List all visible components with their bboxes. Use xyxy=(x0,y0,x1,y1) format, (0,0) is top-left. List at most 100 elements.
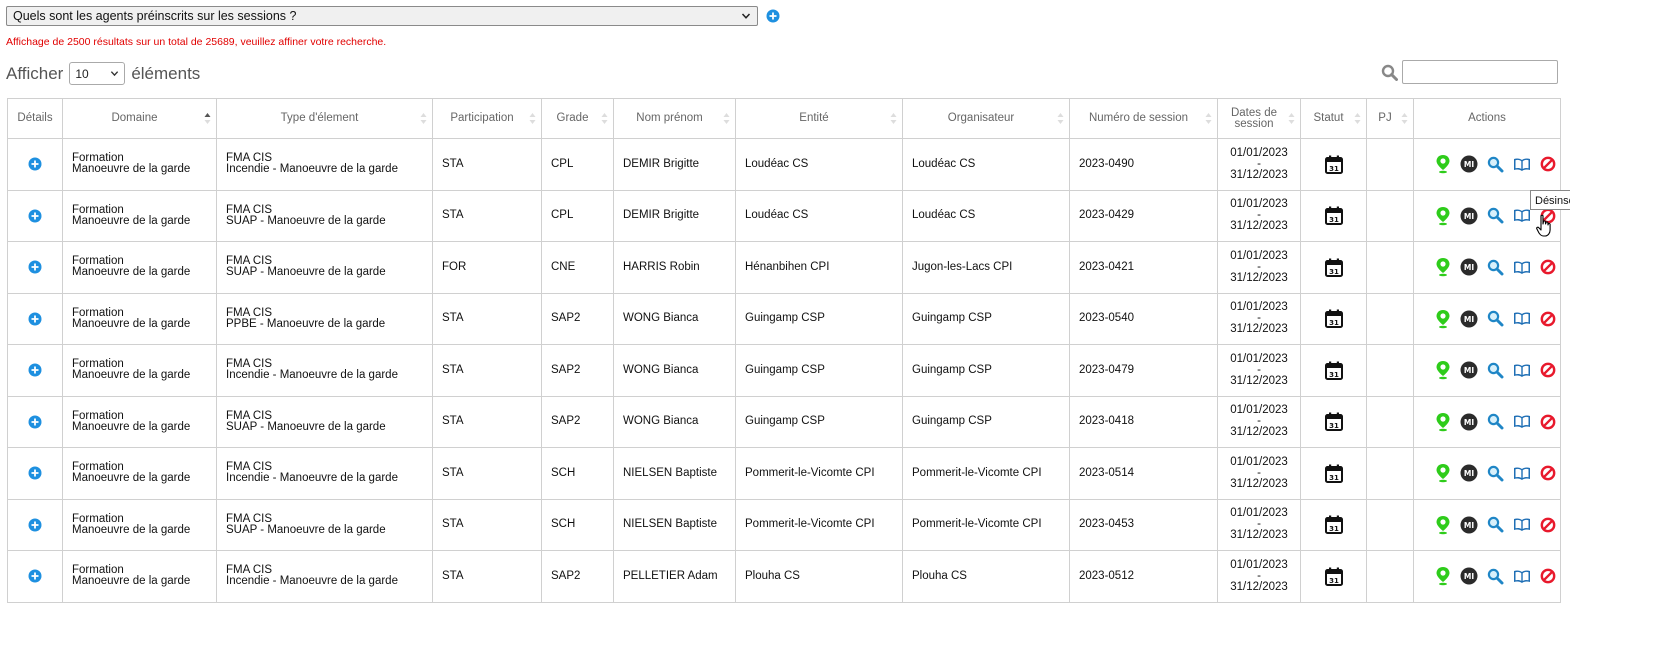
prohibit-icon[interactable] xyxy=(1540,259,1556,275)
prohibit-icon[interactable] xyxy=(1540,156,1556,172)
book-icon[interactable] xyxy=(1513,311,1531,326)
book-icon[interactable] xyxy=(1513,466,1531,481)
mi-badge-icon[interactable]: MI xyxy=(1460,155,1478,173)
pj-cell xyxy=(1366,344,1414,397)
actions-group: MI xyxy=(1423,154,1560,174)
table-row: Formation Manoeuvre de la garde FMA CIS PP… xyxy=(7,292,1561,345)
magnifier-icon[interactable] xyxy=(1487,207,1504,224)
calendar-icon[interactable]: 31 xyxy=(1324,361,1343,380)
book-icon[interactable] xyxy=(1513,414,1531,429)
map-pin-icon[interactable] xyxy=(1435,309,1451,329)
magnifier-icon[interactable] xyxy=(1487,516,1504,533)
plus-circle-icon[interactable] xyxy=(28,466,42,480)
book-icon[interactable] xyxy=(1513,363,1531,378)
col-header-entite[interactable]: Entité xyxy=(735,98,903,139)
col-header-grade[interactable]: Grade xyxy=(541,98,614,139)
map-pin-icon[interactable] xyxy=(1435,206,1451,226)
entite-cell: Guingamp CSP xyxy=(735,395,903,448)
col-header-numero[interactable]: Numéro de session xyxy=(1069,98,1218,139)
col-header-type[interactable]: Type d'élement xyxy=(216,98,433,139)
dates-cell: 01/01/2023-31/12/2023 xyxy=(1217,550,1301,603)
organisateur-cell: Pommerit-le-Vicomte CPI xyxy=(902,498,1070,551)
book-icon[interactable] xyxy=(1513,517,1531,532)
col-header-nom[interactable]: Nom prénom xyxy=(613,98,736,139)
plus-circle-icon[interactable] xyxy=(28,415,42,429)
col-header-dates[interactable]: Dates de session xyxy=(1217,98,1301,139)
svg-text:31: 31 xyxy=(1329,319,1339,327)
length-control: Afficher 10 éléments xyxy=(6,62,200,85)
plus-circle-icon[interactable] xyxy=(28,209,42,223)
book-icon[interactable] xyxy=(1513,157,1531,172)
plus-circle-icon[interactable] xyxy=(28,569,42,583)
map-pin-icon[interactable] xyxy=(1435,515,1451,535)
calendar-icon[interactable]: 31 xyxy=(1324,567,1343,586)
col-header-participation[interactable]: Participation xyxy=(432,98,542,139)
calendar-icon[interactable]: 31 xyxy=(1324,309,1343,329)
magnifier-icon[interactable] xyxy=(1487,310,1504,327)
map-pin-icon[interactable] xyxy=(1435,154,1451,174)
type-cell: FMA CIS Incendie - Manoeuvre de la garde xyxy=(216,447,433,500)
actions-group: MI xyxy=(1423,360,1560,380)
magnifier-icon[interactable] xyxy=(1487,259,1504,276)
calendar-icon[interactable]: 31 xyxy=(1324,515,1343,535)
prohibit-icon[interactable] xyxy=(1540,414,1556,430)
col-header-organisateur[interactable]: Organisateur xyxy=(902,98,1070,139)
magnifier-icon[interactable] xyxy=(1487,568,1504,585)
prohibit-icon[interactable] xyxy=(1540,568,1556,584)
prohibit-icon[interactable] xyxy=(1540,311,1556,327)
add-query-icon[interactable] xyxy=(766,9,780,23)
magnifier-icon[interactable] xyxy=(1487,465,1504,482)
calendar-icon[interactable]: 31 xyxy=(1324,412,1343,432)
magnifier-icon[interactable] xyxy=(1487,413,1504,430)
map-pin-icon[interactable] xyxy=(1435,257,1451,277)
length-select[interactable]: 10 xyxy=(69,62,126,85)
plus-circle-icon[interactable] xyxy=(28,518,42,532)
mi-badge-icon[interactable]: MI xyxy=(1460,413,1478,431)
mi-badge-icon[interactable]: MI xyxy=(1460,207,1478,225)
details-cell xyxy=(7,241,63,294)
map-pin-icon[interactable] xyxy=(1435,463,1451,483)
plus-circle-icon[interactable] xyxy=(28,312,42,326)
calendar-icon[interactable]: 31 xyxy=(1324,206,1343,226)
table-row: Formation Manoeuvre de la garde FMA CIS SU… xyxy=(7,395,1561,448)
domaine-cell: Formation Manoeuvre de la garde xyxy=(62,344,217,397)
map-pin-icon[interactable] xyxy=(1435,412,1451,432)
book-icon[interactable] xyxy=(1513,260,1531,275)
mi-badge-icon[interactable]: MI xyxy=(1460,567,1478,585)
calendar-icon[interactable]: 31 xyxy=(1324,155,1343,174)
magnifier-icon[interactable] xyxy=(1487,156,1504,173)
col-header-domaine[interactable]: Domaine xyxy=(62,98,217,139)
mi-badge-icon[interactable]: MI xyxy=(1460,310,1478,328)
entite-cell: Plouha CS xyxy=(735,550,903,603)
query-select[interactable]: Quels sont les agents préinscrits sur le… xyxy=(6,6,758,26)
mi-badge-icon[interactable]: MI xyxy=(1460,361,1478,379)
type-cell: FMA CIS SUAP - Manoeuvre de la garde xyxy=(216,241,433,294)
magnifier-icon[interactable] xyxy=(1487,362,1504,379)
length-select-value: 10 xyxy=(75,66,89,81)
prohibit-icon[interactable] xyxy=(1540,517,1556,533)
search-input[interactable] xyxy=(1402,60,1558,84)
calendar-icon[interactable]: 31 xyxy=(1324,258,1343,277)
mi-badge-icon[interactable]: MI xyxy=(1460,516,1478,534)
col-header-statut[interactable]: Statut xyxy=(1300,98,1367,139)
domaine-cell: Formation Manoeuvre de la garde xyxy=(62,550,217,603)
map-pin-icon[interactable] xyxy=(1435,566,1451,586)
plus-circle-icon[interactable] xyxy=(28,363,42,377)
book-icon[interactable] xyxy=(1513,569,1531,584)
book-icon[interactable] xyxy=(1513,208,1531,223)
entite-cell: Guingamp CSP xyxy=(735,344,903,397)
plus-circle-icon[interactable] xyxy=(28,157,42,171)
calendar-icon[interactable]: 31 xyxy=(1324,464,1343,483)
map-pin-icon[interactable] xyxy=(1435,360,1451,380)
prohibit-icon[interactable] xyxy=(1540,362,1556,378)
mi-badge-icon[interactable]: MI xyxy=(1460,464,1478,482)
results-table: Détails Domaine Type d'élement Participa… xyxy=(7,98,1561,603)
sort-icon xyxy=(1288,113,1295,124)
plus-circle-icon[interactable] xyxy=(28,260,42,274)
svg-text:MI: MI xyxy=(1464,572,1474,581)
prohibit-icon[interactable] xyxy=(1540,465,1556,481)
pj-cell xyxy=(1366,189,1414,242)
svg-text:31: 31 xyxy=(1329,216,1339,224)
col-header-pj[interactable]: PJ xyxy=(1366,98,1414,139)
mi-badge-icon[interactable]: MI xyxy=(1460,258,1478,276)
